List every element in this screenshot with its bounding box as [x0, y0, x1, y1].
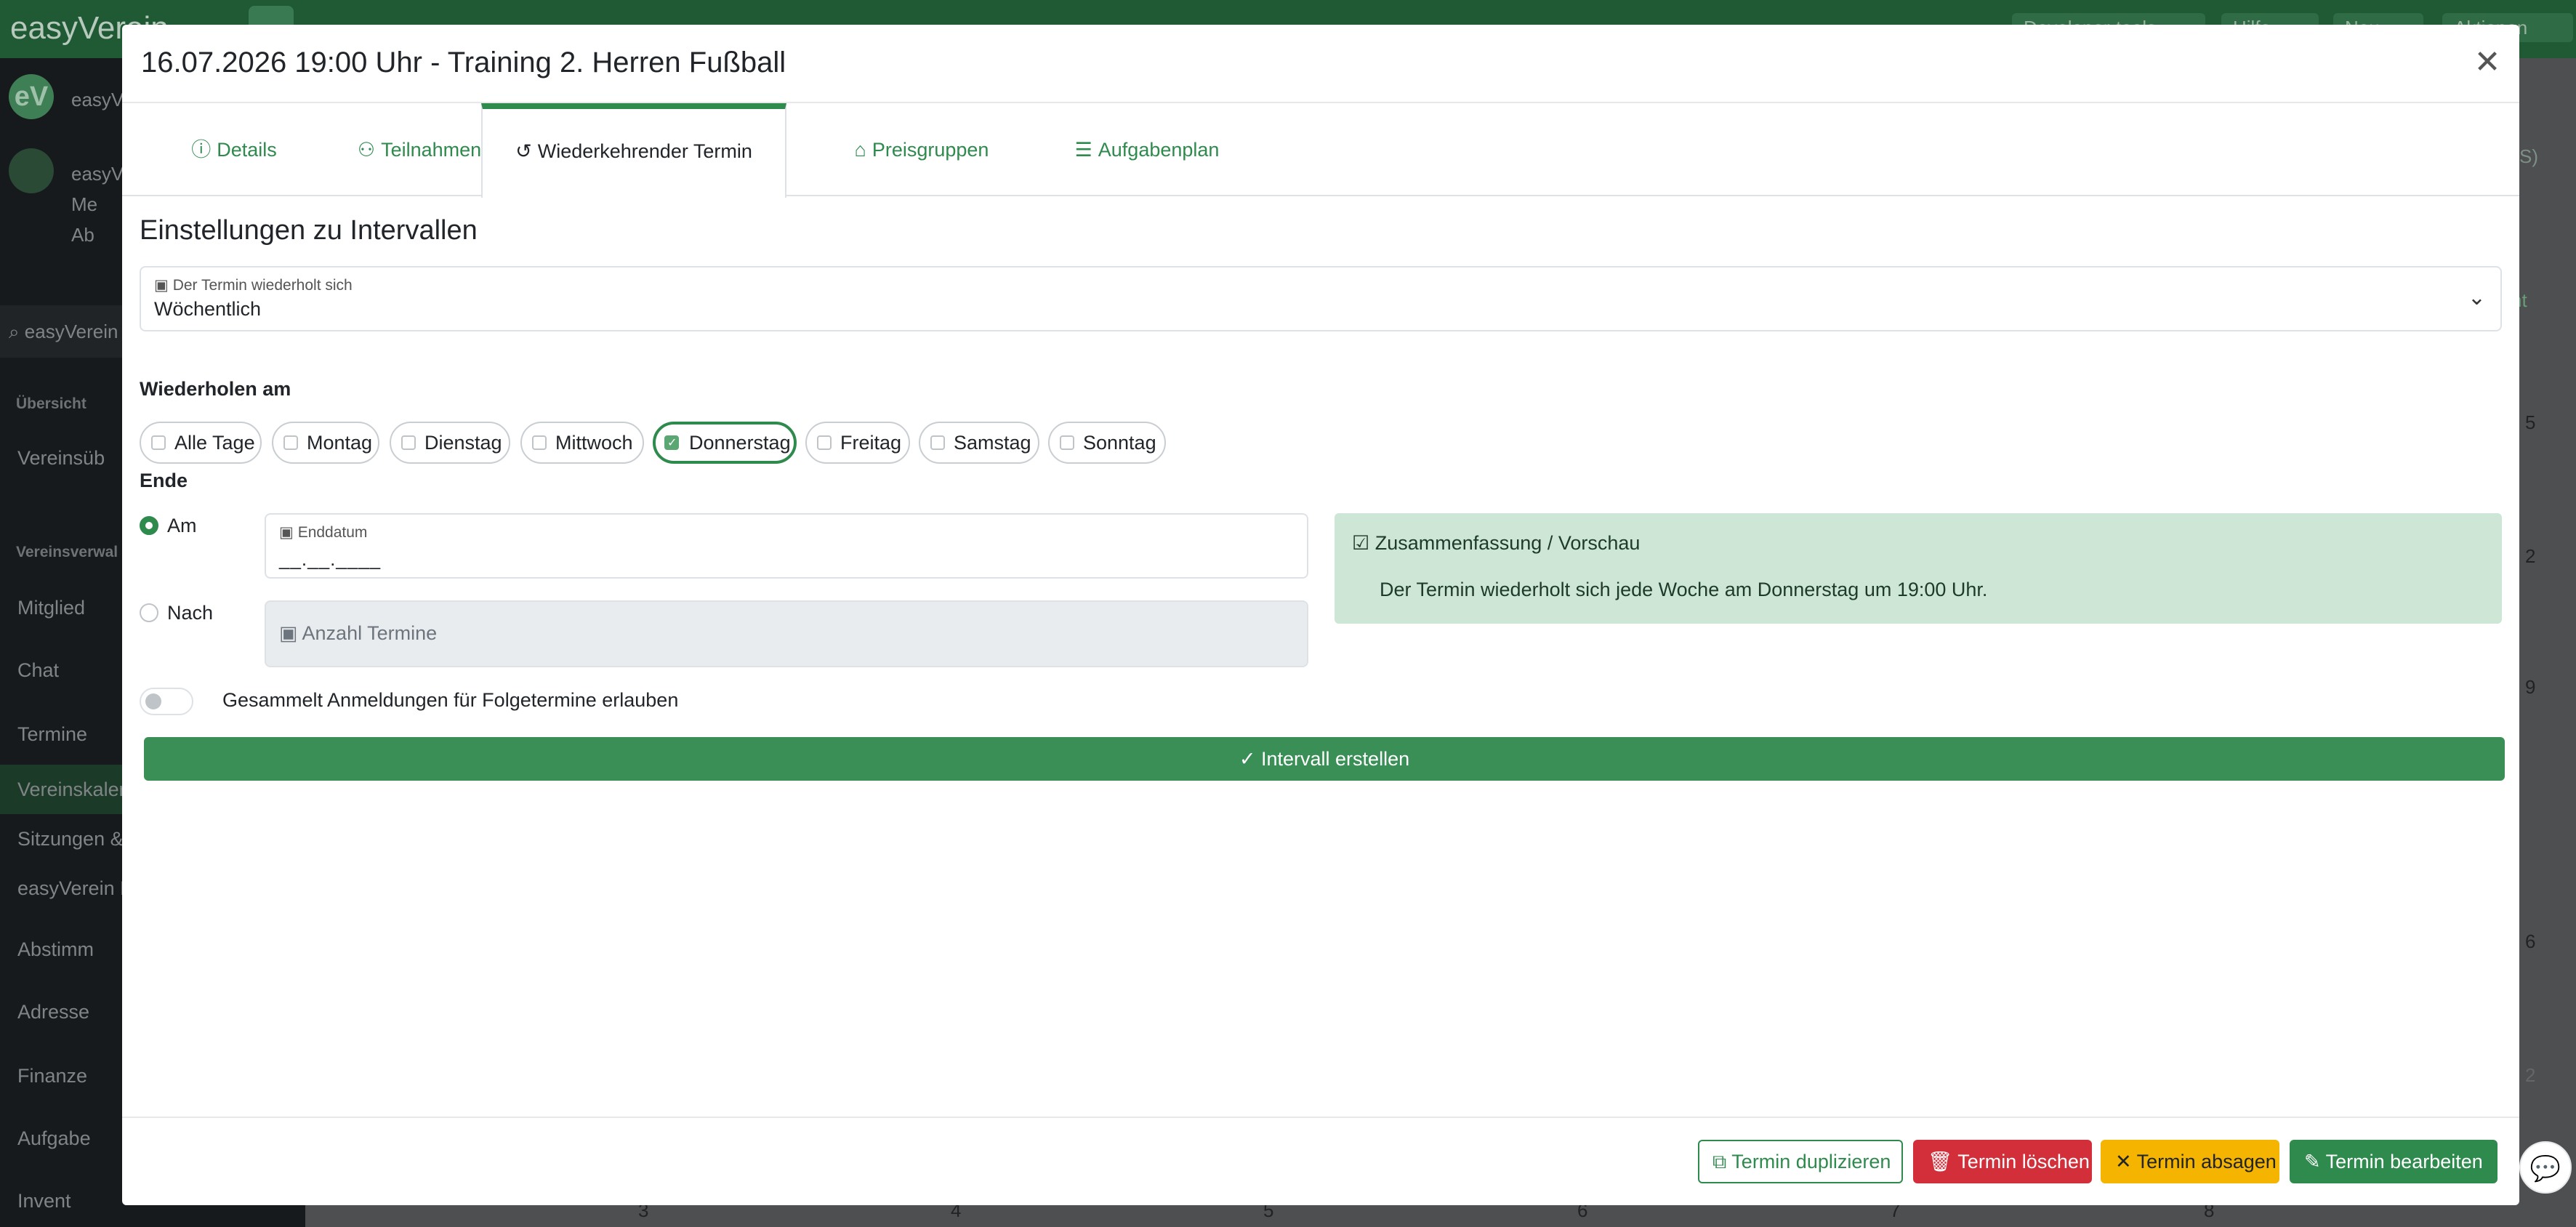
- collective-registration-toggle[interactable]: [140, 688, 193, 715]
- create-interval-button[interactable]: ✓ Intervall erstellen: [144, 737, 2505, 781]
- checkbox: [532, 435, 547, 450]
- repeat-frequency-value: Wöchentlich: [154, 298, 262, 320]
- modal-tabs: ⓘ Details ⚇ Teilnahmen ↺ Wiederkehrender Te…: [122, 103, 2519, 198]
- calendar-icon: ▣: [279, 622, 302, 644]
- tab-price-groups[interactable]: ⌂ Preisgruppen: [805, 103, 1038, 196]
- day-toggle-saturday[interactable]: Samstag: [919, 422, 1039, 464]
- repeat-on-label: Wiederholen am: [140, 378, 291, 400]
- day-toggle-friday[interactable]: Freitag: [805, 422, 910, 464]
- checkbox-checked: [664, 425, 679, 462]
- calendar-icon: ▣: [154, 277, 173, 294]
- occurrence-count-placeholder: ▣ Anzahl Termine: [279, 622, 438, 644]
- event-modal: 16.07.2026 19:00 Uhr - Training 2. Herre…: [122, 25, 2519, 1205]
- delete-event-button[interactable]: 🗑 Termin löschen: [1913, 1140, 2092, 1183]
- end-on-date-radio[interactable]: [140, 516, 158, 535]
- calendar-day-number: 2: [2525, 1064, 2536, 1086]
- checkbox: [817, 435, 832, 450]
- tab-recurring-event[interactable]: ↺ Wiederkehrender Termin: [481, 103, 786, 198]
- sidebar-section-overview: Übersicht: [16, 395, 86, 412]
- end-date-value: __.__.____: [279, 548, 382, 570]
- day-toggle-tuesday[interactable]: Dienstag: [390, 422, 510, 464]
- tab-label: Aufgabenplan: [1098, 139, 1220, 161]
- list-check-icon: ☰: [1074, 139, 1092, 161]
- edit-icon: ✎: [2304, 1151, 2326, 1172]
- tab-label: Details: [217, 139, 277, 161]
- day-toggle-wednesday[interactable]: Mittwoch: [520, 422, 644, 464]
- summary-title: ☑ Zusammenfassung / Vorschau: [1352, 532, 1641, 554]
- checkbox: [283, 435, 298, 450]
- day-toggle-sunday[interactable]: Sonntag: [1048, 422, 1166, 464]
- search-icon: ⌕: [9, 321, 25, 342]
- repeat-frequency-label: ▣ Der Termin wiederholt sich: [154, 277, 353, 294]
- calendar-check-icon: ☑: [1352, 532, 1375, 554]
- calendar-icon: ▣: [279, 524, 298, 541]
- modal-title: 16.07.2026 19:00 Uhr - Training 2. Herre…: [141, 47, 786, 79]
- org-avatar: eV: [9, 74, 54, 119]
- end-on-date-label: Am: [167, 515, 197, 536]
- section-title: Einstellungen zu Intervallen: [140, 215, 478, 246]
- background-text-fragment: S): [2519, 145, 2538, 167]
- calendar-day-number: 2: [2525, 545, 2536, 567]
- modal-footer: ⧉ Termin duplizieren 🗑 Termin löschen ✕ …: [122, 1117, 2519, 1205]
- cancel-event-button[interactable]: ✕ Termin absagen: [2101, 1140, 2279, 1183]
- calendar-day-number: 9: [2525, 676, 2536, 698]
- users-icon: ⚇: [357, 139, 376, 161]
- tab-label: Wiederkehrender Termin: [537, 140, 752, 162]
- user-link-profile[interactable]: Me: [71, 193, 97, 216]
- end-after-count-label: Nach: [167, 602, 214, 624]
- sidebar-search-text: easyVerein: [24, 321, 118, 342]
- collective-registration-label: Gesammelt Anmeldungen für Folgetermine e…: [222, 689, 679, 711]
- end-label: Ende: [140, 470, 188, 491]
- duplicate-event-button[interactable]: ⧉ Termin duplizieren: [1698, 1140, 1903, 1183]
- user-avatar: [9, 148, 54, 193]
- checkbox: [401, 435, 416, 450]
- calendar-day-number: 5: [2525, 411, 2536, 433]
- checkbox: [1060, 435, 1074, 450]
- occurrence-count-field[interactable]: ▣ Anzahl Termine: [265, 600, 1308, 667]
- copy-icon: ⧉: [1712, 1151, 1732, 1172]
- tab-details[interactable]: ⓘ Details: [161, 103, 307, 196]
- trash-icon: 🗑: [1928, 1151, 1958, 1172]
- repeat-frequency-select[interactable]: ▣ Der Termin wiederholt sich Wöchentlich…: [140, 266, 2502, 331]
- check-icon: ✓: [1239, 748, 1261, 770]
- day-toggle-thursday[interactable]: Donnerstag: [653, 422, 797, 464]
- tab-label: Preisgruppen: [872, 139, 989, 161]
- day-toggle-monday[interactable]: Montag: [272, 422, 379, 464]
- end-date-label: ▣ Enddatum: [279, 524, 368, 541]
- tab-task-plan[interactable]: ☰ Aufgabenplan: [1023, 103, 1271, 196]
- x-icon: ✕: [2115, 1151, 2137, 1172]
- info-icon: ⓘ: [191, 139, 212, 161]
- calendar-day-number: 6: [2525, 930, 2536, 952]
- history-icon: ↺: [515, 140, 532, 162]
- checkbox: [930, 435, 945, 450]
- chevron-down-icon: ⌄: [2467, 286, 2486, 310]
- user-link-logout[interactable]: Ab: [71, 224, 94, 246]
- end-date-field[interactable]: ▣ Enddatum __.__.____: [265, 513, 1308, 579]
- checkbox: [151, 435, 166, 450]
- day-toggle-all[interactable]: Alle Tage: [140, 422, 262, 464]
- end-after-count-radio[interactable]: [140, 603, 158, 622]
- modal-header: 16.07.2026 19:00 Uhr - Training 2. Herre…: [122, 25, 2519, 103]
- summary-preview-box: ☑ Zusammenfassung / Vorschau Der Termin …: [1335, 513, 2502, 624]
- sidebar-section-admin: Vereinsverwal: [16, 544, 118, 560]
- summary-text: Der Termin wiederholt sich jede Woche am…: [1380, 579, 1988, 600]
- close-icon[interactable]: ✕: [2466, 41, 2509, 84]
- tab-label: Teilnahmen: [381, 139, 482, 161]
- tags-icon: ⌂: [854, 139, 866, 161]
- chat-bubble-icon[interactable]: 💬: [2519, 1141, 2572, 1194]
- edit-event-button[interactable]: ✎ Termin bearbeiten: [2290, 1140, 2497, 1183]
